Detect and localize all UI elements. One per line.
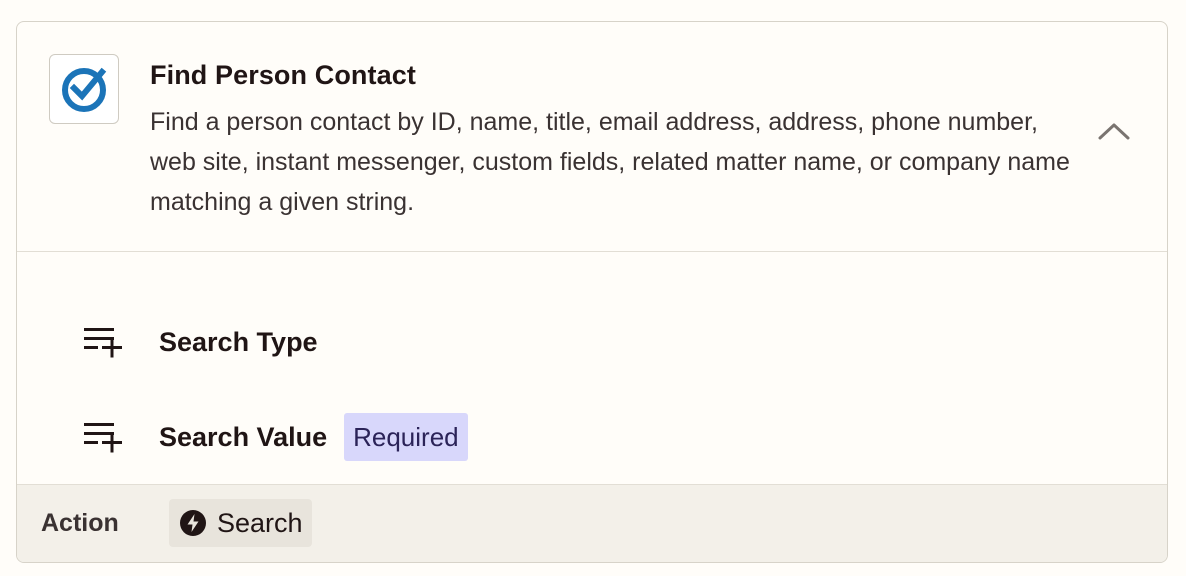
field-search-value[interactable]: Search Value Required xyxy=(83,413,468,461)
required-badge: Required xyxy=(344,413,468,461)
add-list-icon xyxy=(83,417,123,457)
card-header[interactable]: Find Person Contact Find a person contac… xyxy=(17,22,1167,252)
field-label: Search Value xyxy=(159,421,328,452)
card-footer: Action Search xyxy=(17,484,1167,562)
lightning-bolt-icon xyxy=(180,510,206,536)
field-search-type[interactable]: Search Type xyxy=(83,318,318,366)
app-logo xyxy=(49,54,119,124)
field-label: Search Type xyxy=(159,326,318,357)
action-description: Find a person contact by ID, name, title… xyxy=(150,108,1070,216)
add-list-icon xyxy=(83,322,123,362)
fields-section: Search Type Search Value Required xyxy=(17,252,1167,484)
collapse-toggle[interactable] xyxy=(1097,119,1131,143)
chevron-up-icon xyxy=(1098,123,1130,140)
action-type-chip: Search xyxy=(169,499,312,547)
footer-label: Action xyxy=(41,509,119,537)
checkmark-circle-icon xyxy=(62,67,107,112)
action-title: Find Person Contact xyxy=(150,60,416,90)
action-type-label: Search xyxy=(217,507,303,538)
action-card: Find Person Contact Find a person contac… xyxy=(16,21,1168,563)
